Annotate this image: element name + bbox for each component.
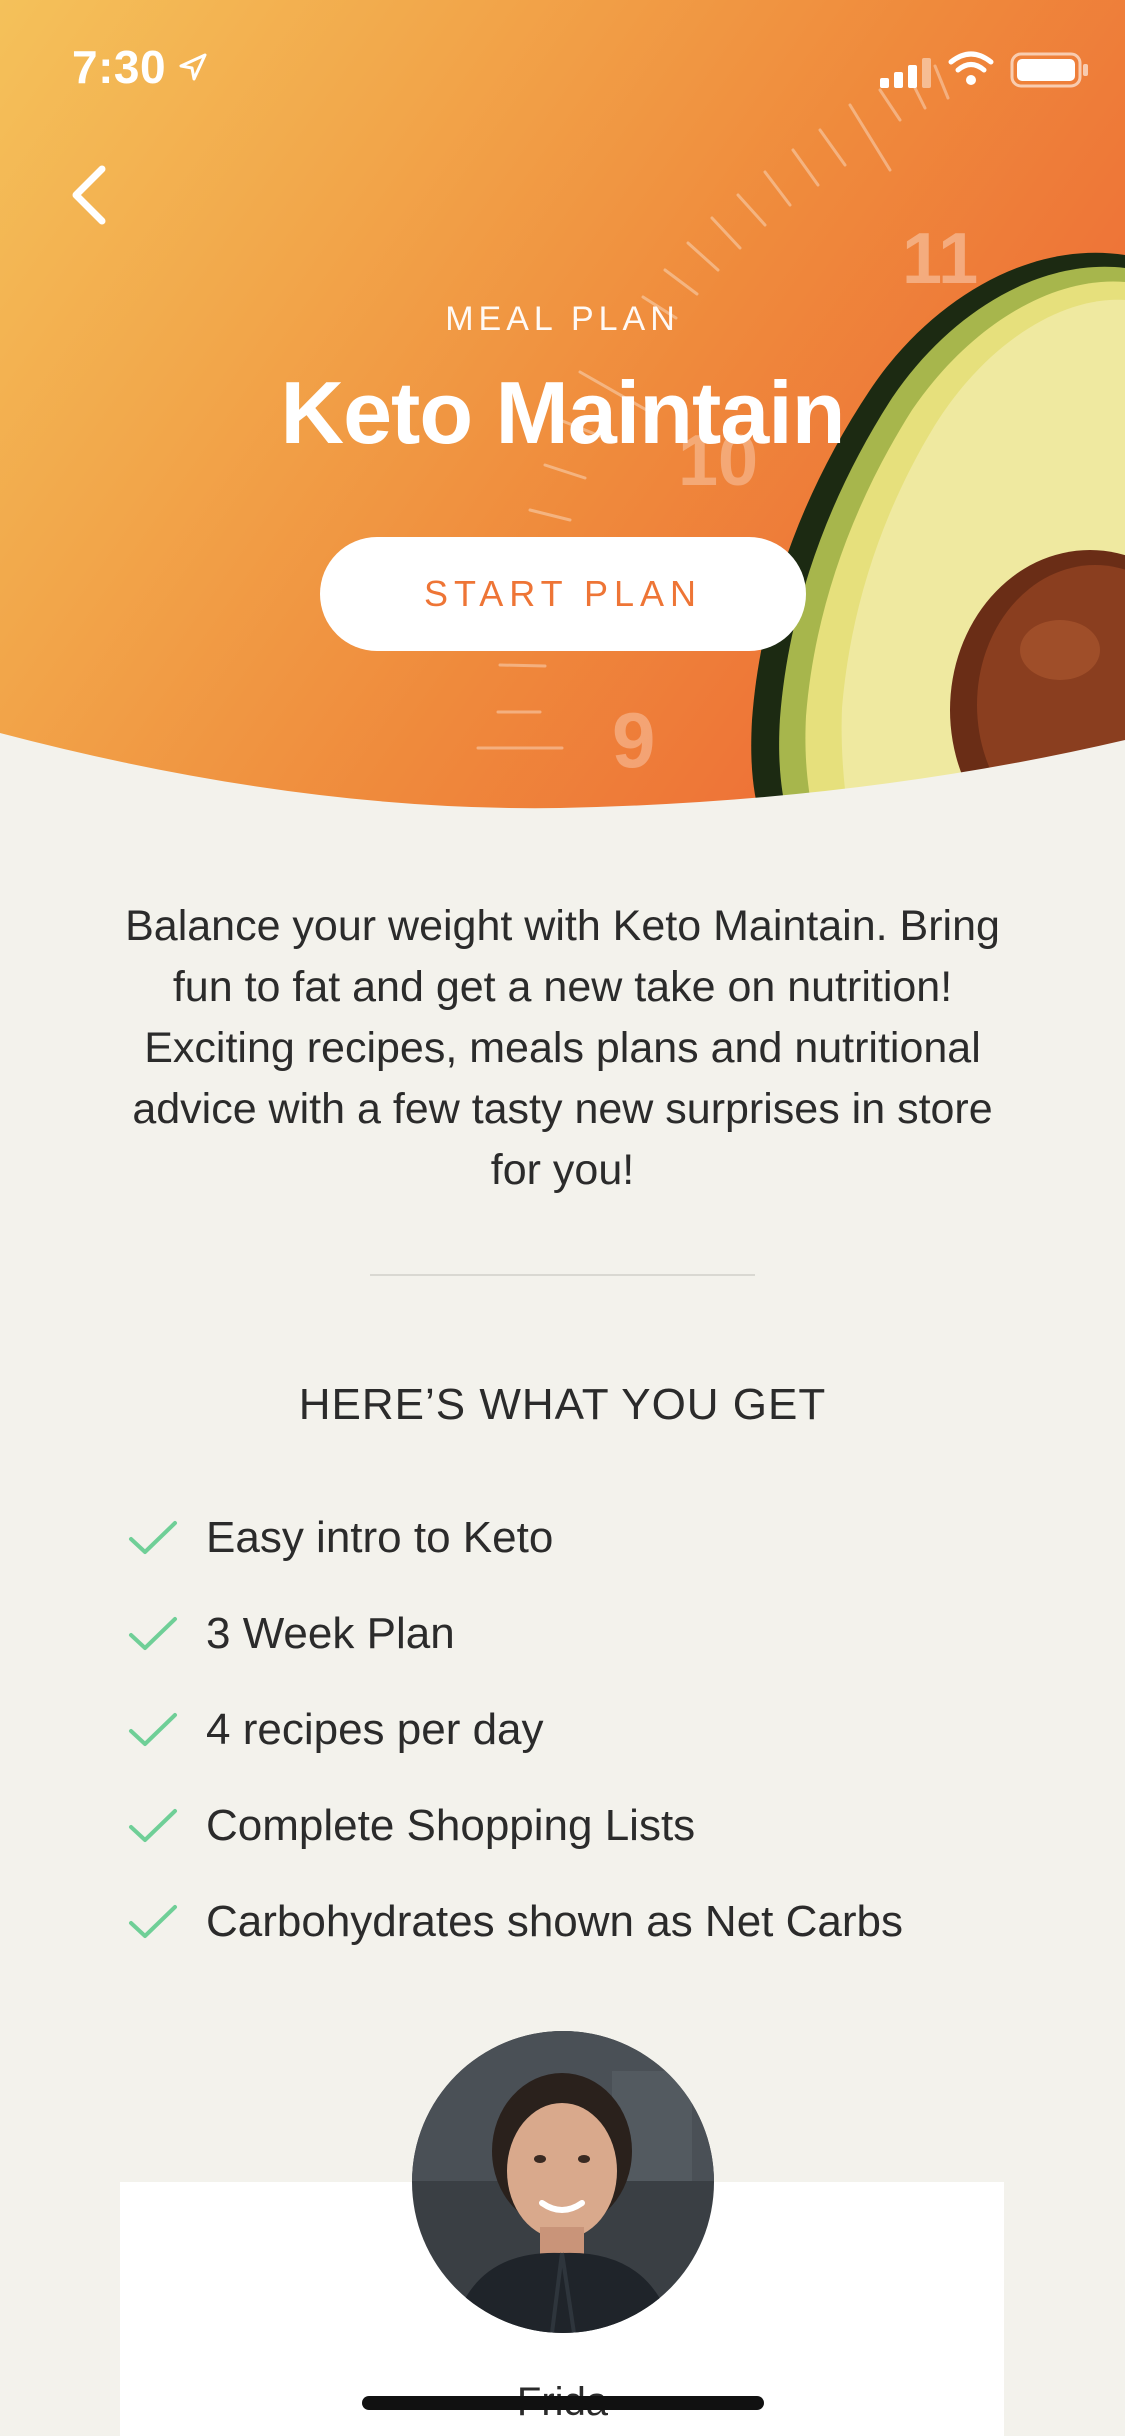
plan-description: Balance your weight with Keto Maintain. … — [125, 902, 1000, 1194]
list-item-label: Carbohydrates shown as Net Carbs — [206, 1897, 903, 1946]
list-item: Easy intro to Keto — [128, 1490, 1028, 1586]
checkmark-icon — [129, 1809, 177, 1842]
list-item-label: 3 Week Plan — [206, 1609, 455, 1658]
page-title: Keto Maintain — [280, 363, 846, 462]
back-button[interactable] — [48, 150, 128, 240]
list-item: Carbohydrates shown as Net Carbs — [128, 1874, 1028, 1970]
divider — [370, 1274, 755, 1276]
checkmark-icon — [129, 1905, 177, 1938]
list-item: Complete Shopping Lists — [128, 1778, 1028, 1874]
coach-photo — [412, 2031, 714, 2333]
cellular-signal-icon — [880, 58, 931, 88]
coach-avatar — [412, 2031, 714, 2333]
checkmark-icon — [129, 1521, 177, 1554]
list-item: 3 Week Plan — [128, 1586, 1028, 1682]
home-indicator[interactable] — [362, 2396, 764, 2410]
benefits-title: HERE’S WHAT YOU GET — [298, 1380, 827, 1429]
battery-icon — [1010, 52, 1088, 88]
checkmark-icon — [129, 1617, 177, 1650]
start-plan-button[interactable]: START PLAN — [320, 537, 806, 651]
location-arrow-icon — [179, 53, 207, 81]
plan-category-label: MEAL PLAN — [445, 300, 680, 338]
status-time: 7:30 — [72, 41, 167, 93]
benefits-list: Easy intro to Keto 3 Week Plan 4 recipes… — [128, 1490, 1028, 1970]
list-item-label: Complete Shopping Lists — [206, 1801, 696, 1850]
checkmark-icon — [129, 1713, 177, 1746]
meal-plan-screen: 11 10 9 7:30 MEAL PLAN Keto Maintain STA… — [0, 0, 1125, 2436]
list-item-label: 4 recipes per day — [206, 1705, 544, 1754]
wifi-icon — [948, 51, 994, 85]
list-item-label: Easy intro to Keto — [206, 1513, 554, 1562]
list-item: 4 recipes per day — [128, 1682, 1028, 1778]
chevron-left-icon — [72, 165, 106, 225]
